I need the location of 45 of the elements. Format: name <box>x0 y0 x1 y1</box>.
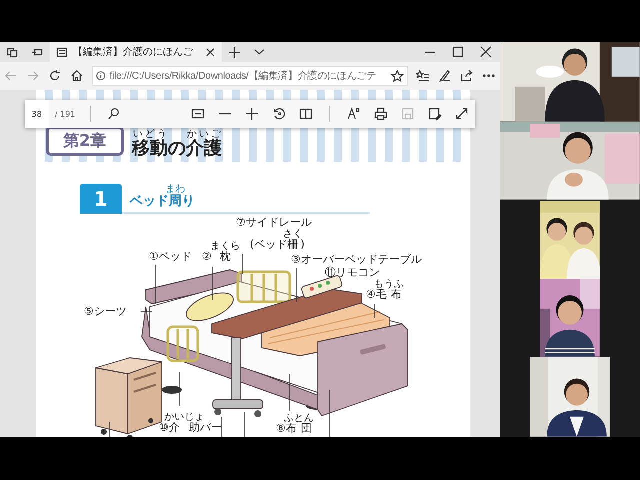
print-icon[interactable] <box>374 107 388 121</box>
close-icon[interactable] <box>480 46 492 58</box>
save-as-icon[interactable] <box>428 107 442 121</box>
diagram-label: ①ベッド <box>149 251 192 263</box>
two-page-icon[interactable] <box>298 107 312 121</box>
section-number: 1 <box>80 184 122 214</box>
share-icon[interactable] <box>460 69 474 83</box>
diagram-label: ⑩介助 かいじょ バー <box>159 412 222 434</box>
maximize-icon[interactable] <box>452 46 464 58</box>
fullscreen-icon[interactable] <box>454 107 468 121</box>
tab-sets-icon[interactable] <box>6 46 19 58</box>
address-field[interactable]: file:///C:/Users/Rikka/Downloads/【編集済】介護のにほんごテ <box>92 66 408 86</box>
close-icon[interactable] <box>205 46 216 58</box>
leader-line <box>374 304 376 318</box>
leader-line <box>296 268 298 302</box>
diagram-label: ⑦サイドレール <box>236 217 312 229</box>
home-icon[interactable] <box>70 69 84 83</box>
favorite-star-icon[interactable] <box>391 70 404 82</box>
favorites-list-icon[interactable] <box>416 70 430 82</box>
page-number-field[interactable]: 38 <box>25 100 49 128</box>
rotate-icon[interactable] <box>272 107 286 121</box>
section-title: ベッド周 まわ り <box>130 184 195 208</box>
diagram-label: ② 枕 まくら <box>202 241 240 263</box>
diagram-label: ⑪リモコン <box>325 267 380 279</box>
leader-line <box>212 266 214 300</box>
diagram-label: ⑧布団 ふとん <box>276 413 314 435</box>
leader-line <box>244 412 246 437</box>
chapter-title: 移動 いどう の介護 かいご <box>132 129 222 158</box>
leader-line <box>242 254 244 274</box>
new-tab-icon[interactable] <box>228 46 241 58</box>
page-count: / 191 <box>55 110 76 118</box>
diagram-label: ⑤シーツ <box>84 306 127 318</box>
refresh-icon[interactable] <box>48 69 62 83</box>
diagram-label: ④毛布 もうふ <box>366 279 404 301</box>
browser-tab[interactable]: 【編集済】介護のにほんご <box>50 42 222 62</box>
diagram-label: (ベッド柵 さく ) <box>250 229 305 251</box>
search-icon[interactable] <box>107 107 122 121</box>
pen-icon[interactable] <box>438 69 452 83</box>
zoom-in-icon[interactable] <box>244 107 258 121</box>
diagram-label: ③オーバーベッドテーブル <box>291 254 422 266</box>
chapter-badge: 第2章 <box>46 126 124 156</box>
info-icon[interactable] <box>96 71 106 81</box>
read-aloud-icon[interactable] <box>346 107 360 121</box>
fit-page-icon[interactable] <box>190 107 204 121</box>
document-icon <box>56 46 68 58</box>
